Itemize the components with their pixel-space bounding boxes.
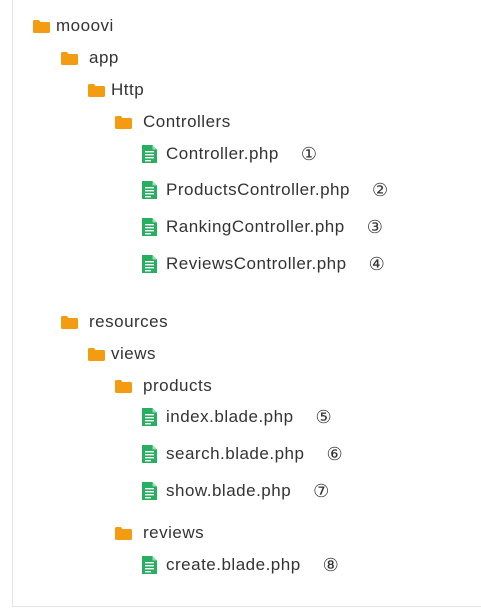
file-name: ProductsController.php — [166, 180, 350, 199]
tree-file[interactable]: search.blade.php ⑥ — [142, 441, 343, 467]
folder-name: resources — [89, 312, 169, 331]
folder-icon — [61, 51, 78, 65]
file-name: RankingController.php — [166, 217, 345, 236]
file-icon — [142, 556, 157, 574]
tree-folder[interactable]: Http — [88, 77, 144, 103]
file-name: create.blade.php — [166, 555, 301, 574]
file-icon — [142, 408, 157, 426]
file-icon — [142, 145, 157, 163]
file-icon — [142, 445, 157, 463]
circled-number: ⑥ — [326, 443, 343, 464]
circled-number: ⑧ — [322, 554, 339, 575]
folder-icon — [61, 315, 78, 329]
tree-folder[interactable]: reviews — [115, 520, 204, 546]
tree-folder[interactable]: Controllers — [115, 109, 231, 135]
circled-number: ① — [300, 143, 317, 164]
file-name: show.blade.php — [166, 481, 292, 500]
tree-folder[interactable]: app — [61, 45, 119, 71]
tree-file[interactable]: Controller.php ① — [142, 141, 317, 167]
folder-icon — [88, 83, 105, 97]
tree-file[interactable]: ReviewsController.php ④ — [142, 251, 385, 277]
tree-folder[interactable]: mooovi — [33, 13, 114, 39]
file-icon — [142, 482, 157, 500]
folder-name: mooovi — [56, 16, 114, 35]
file-name: index.blade.php — [166, 407, 294, 426]
folder-icon — [115, 379, 132, 393]
file-name: search.blade.php — [166, 444, 305, 463]
file-icon — [142, 181, 157, 199]
circled-number: ⑤ — [315, 406, 332, 427]
folder-name: Http — [111, 80, 145, 99]
circled-number: ④ — [368, 253, 385, 274]
folder-name: app — [89, 48, 119, 67]
tree-file[interactable]: create.blade.php ⑧ — [142, 552, 339, 578]
folder-icon — [115, 115, 132, 129]
tree-file[interactable]: index.blade.php ⑤ — [142, 404, 332, 430]
circled-number: ⑦ — [313, 480, 330, 501]
circled-number: ② — [371, 179, 389, 200]
folder-name: views — [111, 344, 157, 363]
folder-name: products — [143, 376, 213, 395]
folder-icon — [88, 347, 105, 361]
tree-file[interactable]: ProductsController.php ② — [142, 177, 388, 203]
file-tree-panel — [12, 0, 481, 607]
folder-name: Controllers — [143, 112, 231, 131]
file-name: ReviewsController.php — [166, 254, 347, 273]
tree-folder[interactable]: views — [88, 341, 156, 367]
tree-file[interactable]: show.blade.php ⑦ — [142, 478, 329, 504]
folder-icon — [33, 19, 50, 33]
folder-name: reviews — [143, 523, 205, 542]
file-name: Controller.php — [166, 144, 279, 163]
tree-folder[interactable]: resources — [61, 309, 168, 335]
file-icon — [142, 218, 157, 236]
folder-icon — [115, 526, 132, 540]
file-icon — [142, 255, 157, 273]
tree-folder[interactable]: products — [115, 373, 212, 399]
circled-number: ③ — [366, 216, 383, 237]
tree-file[interactable]: RankingController.php ③ — [142, 214, 383, 240]
